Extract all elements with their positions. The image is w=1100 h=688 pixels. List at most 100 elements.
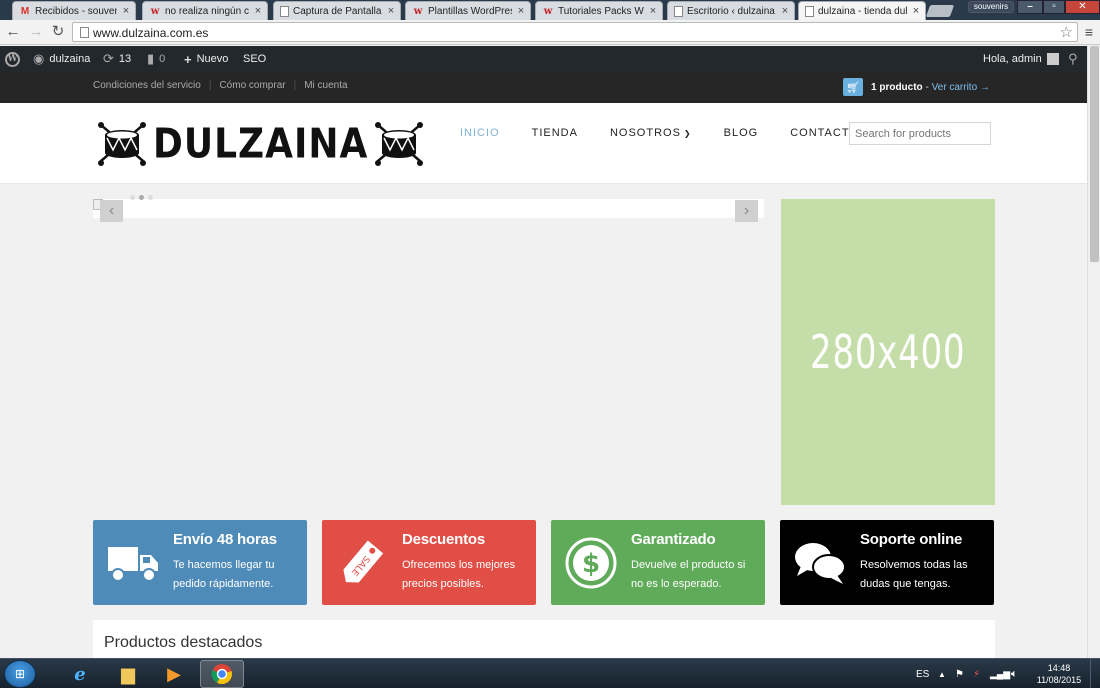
forward-arrow-icon[interactable]: → <box>27 23 45 41</box>
seo-menu[interactable]: SEO <box>243 46 266 72</box>
site-logo[interactable]: DULZAINA <box>97 119 424 169</box>
sale-tag-icon: SALE <box>334 535 389 590</box>
dashboard-icon: ◉ <box>33 51 45 66</box>
scrollbar-thumb[interactable] <box>1090 46 1099 262</box>
close-icon[interactable]: × <box>911 5 921 17</box>
close-icon[interactable]: × <box>780 5 790 17</box>
network-signal-icon[interactable]: ▂▄▆ <box>990 659 1010 688</box>
browser-tab[interactable]: Captura de Pantalla - × <box>273 1 401 20</box>
close-icon[interactable]: × <box>121 5 131 17</box>
action-center-flag-icon[interactable]: ⚑ <box>955 659 964 688</box>
wp-logo-menu[interactable]: W <box>5 46 20 72</box>
hamburger-menu-icon[interactable]: ≡ <box>1082 24 1096 40</box>
slider-dots <box>130 195 153 200</box>
nav-item-tienda[interactable]: TIENDA <box>532 127 578 139</box>
top-link-how-to-buy[interactable]: Cómo comprar <box>219 80 285 91</box>
slider-next-button[interactable]: › <box>735 200 758 222</box>
page-scrollbar[interactable] <box>1087 46 1100 658</box>
feature-description: Devuelve el producto si no es lo esperad… <box>631 559 746 590</box>
comments-menu[interactable]: ▮ 0 <box>147 46 165 72</box>
minimize-button[interactable]: – <box>1017 0 1043 14</box>
maximize-button[interactable]: ▫ <box>1043 0 1065 14</box>
feature-box-shipping: Envío 48 horas Te hacemos llegar tu pedi… <box>93 520 307 605</box>
w-icon: w <box>413 5 423 17</box>
address-bar[interactable]: www.dulzaina.com.es ☆ <box>72 22 1078 42</box>
page-icon <box>80 27 89 38</box>
nav-item-inicio[interactable]: INICIO <box>460 127 500 139</box>
back-arrow-icon[interactable]: ← <box>4 23 22 41</box>
tab-title: Plantillas WordPress - <box>428 5 512 17</box>
view-cart-link[interactable]: Ver carrito → <box>932 82 990 93</box>
admin-search-button[interactable]: ⚲ <box>1068 46 1078 72</box>
system-clock[interactable]: 14:48 11/08/2015 <box>1030 662 1088 686</box>
tab-title: Captura de Pantalla - <box>293 5 382 17</box>
refresh-icon: ⟳ <box>103 51 114 66</box>
star-icon[interactable]: ☆ <box>1060 23 1073 41</box>
browser-tab[interactable]: Escritorio ‹ dulzaina — × <box>667 1 795 20</box>
feature-title: Soporte online <box>860 531 963 548</box>
new-tab-button[interactable] <box>925 5 955 17</box>
tray-expand-icon[interactable]: ▲ <box>938 659 946 688</box>
product-search-input[interactable] <box>849 122 991 145</box>
feature-title: Envío 48 horas <box>173 531 277 548</box>
slider-dot-active[interactable] <box>139 195 144 200</box>
chrome-icon[interactable] <box>200 660 244 688</box>
power-icon[interactable]: ⚡︎ <box>973 659 980 688</box>
clock-date: 11/08/2015 <box>1036 675 1082 685</box>
page-icon <box>280 5 289 17</box>
browser-tab-active[interactable]: dulzaina - tienda dulz × <box>798 1 926 20</box>
site-name: dulzaina <box>49 53 91 65</box>
top-link-terms[interactable]: Condiciones del servicio <box>93 80 201 91</box>
url-text[interactable]: www.dulzaina.com.es <box>93 26 208 40</box>
close-icon[interactable]: × <box>386 5 396 17</box>
reload-icon[interactable]: ↻ <box>49 23 67 41</box>
store-top-bar: Condiciones del servicio | Cómo comprar … <box>0 72 1087 103</box>
my-account-menu[interactable]: Hola, admin <box>983 46 1059 72</box>
volume-icon[interactable]: 🔈︎ <box>1011 659 1018 688</box>
browser-tab[interactable]: w Tutoriales Packs Webs × <box>535 1 663 20</box>
updates-menu[interactable]: ⟳ 13 <box>103 46 131 72</box>
folder-icon[interactable]: ▆ <box>106 660 150 688</box>
avatar <box>1046 53 1059 65</box>
site-header: DULZAINA INICIO TIENDA NOSOTROS ❯ BLOG CO… <box>0 103 1087 184</box>
slider-dot[interactable] <box>130 195 135 200</box>
top-links: Condiciones del servicio | Cómo comprar … <box>93 80 348 91</box>
feature-description: Ofrecemos los mejores precios posibles. <box>402 559 516 590</box>
browser-tab[interactable]: M Recibidos - souvenirs × <box>12 1 136 20</box>
chevron-down-icon: ❯ <box>683 129 692 138</box>
browser-toolbar: ← → ↻ www.dulzaina.com.es ☆ ≡ <box>0 20 1100 45</box>
new-content-menu[interactable]: + Nuevo <box>184 46 228 72</box>
wordpress-icon: W <box>5 51 20 67</box>
feature-description: Te hacemos llegar tu pedido rápidamente. <box>173 559 275 590</box>
nav-item-nosotros[interactable]: NOSOTROS ❯ <box>610 127 692 139</box>
slider-dot[interactable] <box>148 195 153 200</box>
language-indicator[interactable]: ES <box>916 659 929 688</box>
browser-tab[interactable]: w Plantillas WordPress - × <box>405 1 531 20</box>
new-label: Nuevo <box>196 53 229 65</box>
nav-item-label: NOSOTROS <box>609 127 681 139</box>
show-desktop-button[interactable] <box>1090 659 1100 688</box>
slider-prev-button[interactable]: ‹ <box>100 200 123 222</box>
greeting: Hola, admin <box>983 53 1042 65</box>
search-icon: ⚲ <box>1068 51 1078 66</box>
tab-title: Tutoriales Packs Webs <box>558 5 644 17</box>
close-icon[interactable]: × <box>253 5 263 17</box>
nav-item-blog[interactable]: BLOG <box>724 127 759 139</box>
window-close-button[interactable]: ✕ <box>1065 0 1100 14</box>
close-icon[interactable]: × <box>516 5 526 17</box>
start-button[interactable]: ⊞ <box>4 660 36 688</box>
site-name-menu[interactable]: ◉ dulzaina <box>33 46 90 72</box>
close-icon[interactable]: × <box>648 5 658 17</box>
comment-icon: ▮ <box>147 51 155 66</box>
cart-count: 1 producto <box>871 81 923 93</box>
internet-explorer-icon[interactable]: e <box>58 660 102 688</box>
feature-box-discounts: SALE Descuentos Ofrecemos los mejores pr… <box>322 520 536 605</box>
browser-tab[interactable]: w no realiza ningún cam × <box>142 1 268 20</box>
profile-button[interactable]: souvenirs <box>968 1 1014 13</box>
mini-cart[interactable]: 🛒︎ 1 producto - Ver carrito → <box>843 78 990 96</box>
seo-label: SEO <box>243 53 267 65</box>
cart-icon[interactable]: 🛒︎ <box>843 78 863 96</box>
top-link-my-account[interactable]: Mi cuenta <box>304 80 347 91</box>
media-player-icon[interactable]: ▶ <box>152 660 196 688</box>
page-icon <box>805 5 814 17</box>
